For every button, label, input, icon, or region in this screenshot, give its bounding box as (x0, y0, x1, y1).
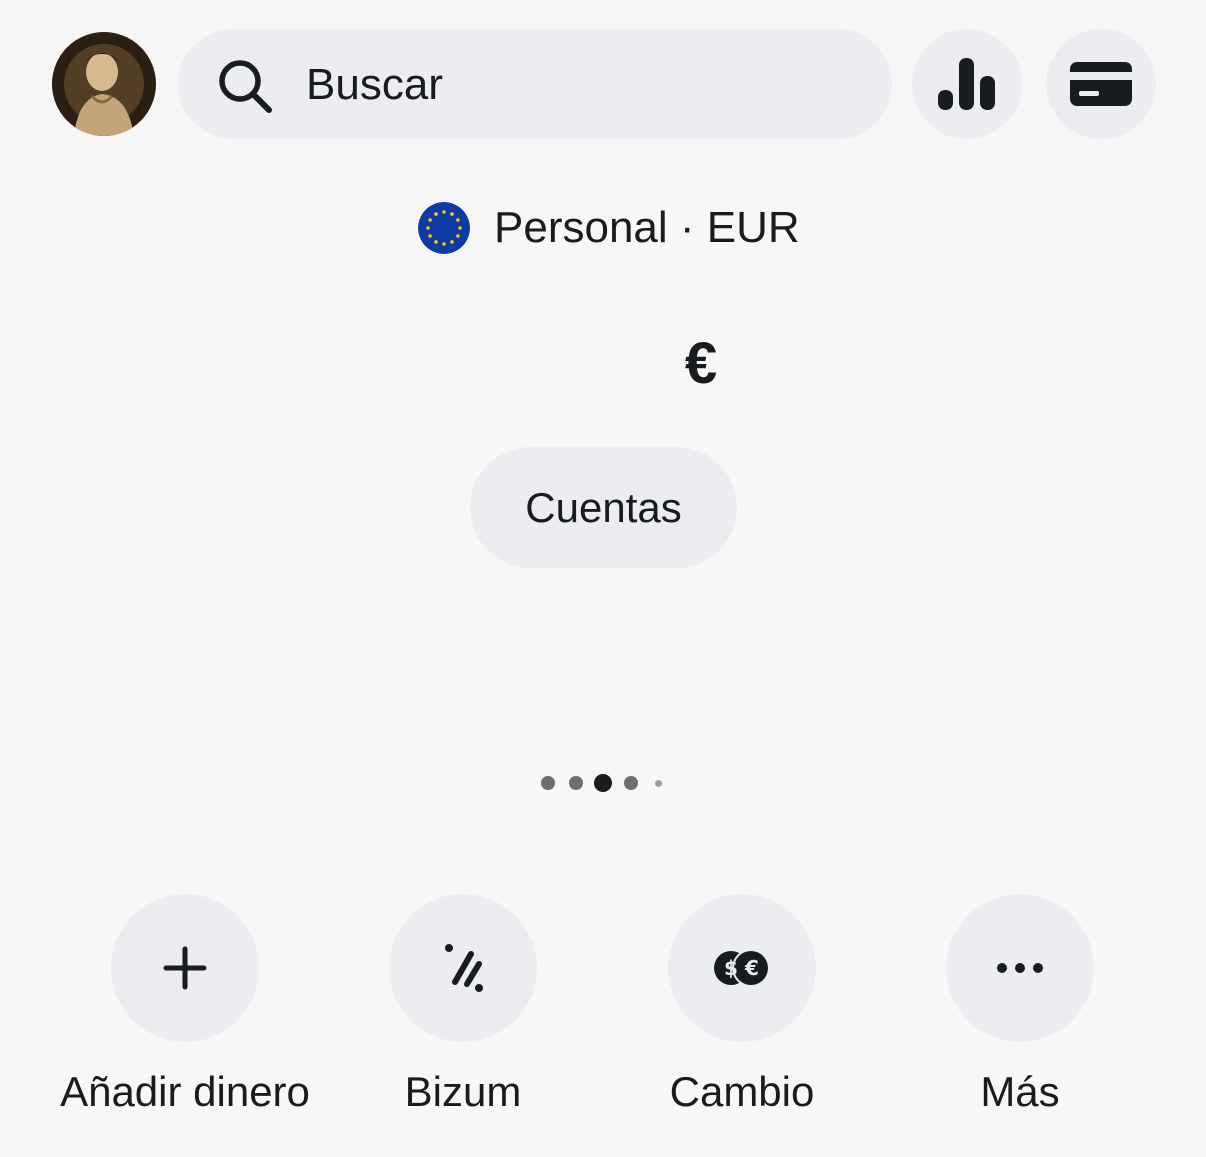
exchange-button[interactable]: $ € (668, 894, 816, 1042)
avatar-photo (52, 32, 156, 136)
page-dot[interactable] (624, 776, 638, 790)
bizum-label: Bizum (404, 1068, 522, 1115)
svg-text:€: € (744, 956, 759, 980)
exchange-label: Cambio (669, 1068, 815, 1115)
exchange-action[interactable]: $ € Cambio (602, 894, 882, 1116)
bar-chart-icon (938, 58, 995, 110)
account-label[interactable]: Personal · EUR (494, 203, 800, 253)
page-indicator (0, 774, 1206, 794)
search-icon (219, 60, 272, 113)
page-dot[interactable] (541, 776, 555, 790)
more-icon (997, 963, 1043, 973)
plus-icon (163, 946, 207, 990)
more-button[interactable] (946, 894, 1094, 1042)
svg-text:$: $ (724, 956, 738, 980)
accounts-button-label: Cuentas (525, 483, 682, 531)
more-action[interactable]: Más (880, 894, 1160, 1116)
top-bar (0, 0, 1206, 164)
add-money-label: Añadir dinero (60, 1068, 310, 1115)
balance-amount: € (0, 330, 1206, 397)
add-money-button[interactable] (111, 894, 259, 1042)
account-selector[interactable]: Personal · EUR (418, 196, 800, 260)
eu-flag-icon (418, 202, 470, 254)
cards-button[interactable] (1046, 29, 1156, 139)
page-dot[interactable] (655, 780, 662, 787)
bizum-icon (445, 944, 483, 992)
add-money-action[interactable]: Añadir dinero (45, 894, 325, 1116)
bizum-button[interactable] (389, 894, 537, 1042)
accounts-button[interactable]: Cuentas (470, 447, 737, 568)
currency-symbol: € (684, 331, 718, 396)
more-label: Más (980, 1068, 1060, 1115)
page-dot[interactable] (569, 776, 583, 790)
analytics-button[interactable] (912, 29, 1022, 139)
card-icon (1070, 62, 1132, 106)
bizum-action[interactable]: Bizum (323, 894, 603, 1116)
page-dot-active[interactable] (594, 774, 612, 792)
avatar[interactable] (52, 32, 156, 136)
currency-exchange-icon: $ € (714, 949, 770, 987)
search-input[interactable] (306, 50, 866, 120)
